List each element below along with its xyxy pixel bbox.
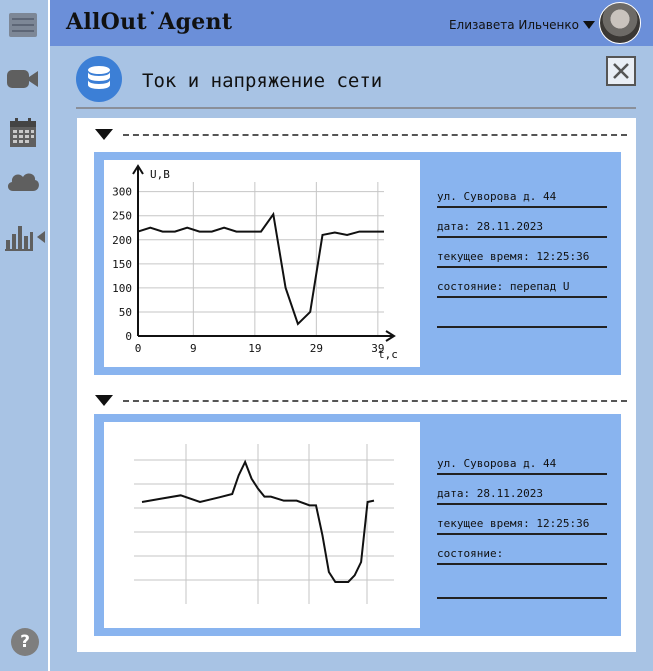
address-line: ул. Суворова д. 44 (437, 190, 607, 208)
close-icon (613, 63, 629, 79)
y-tick-label: 300 (112, 186, 132, 199)
section-divider (123, 399, 627, 402)
chart-1-box: 0 50 100 150 200 250 300 0 9 19 29 39 U,B t,c (104, 160, 420, 367)
state-line: состояние: (437, 547, 607, 565)
section-2-header[interactable] (95, 395, 627, 406)
top-bar: AllOut˙Agent Елизавета Ильченко (50, 0, 653, 46)
y-tick-label: 150 (112, 258, 132, 271)
page-title: Ток и напряжение сети (142, 70, 383, 92)
x-tick-label: 29 (310, 342, 323, 355)
y-axis-label: U,B (150, 168, 170, 181)
database-icon (76, 56, 122, 102)
collapse-triangle-icon[interactable] (95, 395, 113, 406)
date-line: дата: 28.11.2023 (437, 220, 607, 238)
x-tick-label: 19 (248, 342, 261, 355)
x-tick-label: 9 (190, 342, 197, 355)
calendar-icon[interactable] (6, 116, 40, 150)
cloud-icon[interactable] (6, 164, 40, 198)
header-divider (76, 107, 636, 109)
y-tick-label: 50 (119, 306, 132, 319)
user-name: Елизавета Ильченко (448, 18, 579, 32)
empty-line (437, 581, 607, 599)
date-line: дата: 28.11.2023 (437, 487, 607, 505)
current-chart (134, 444, 394, 604)
time-line: текущее время: 12:25:36 (437, 250, 607, 268)
bar-chart-icon[interactable] (3, 220, 47, 254)
y-tick-label: 250 (112, 210, 132, 223)
series-line (137, 211, 384, 326)
sidebar: ? (0, 0, 50, 671)
section-1-card: 0 50 100 150 200 250 300 0 9 19 29 39 U,B t,c ул. Сув… (94, 152, 621, 375)
voltage-chart: 0501001502002503000 9 19 29 39U,Bt,c (112, 164, 398, 361)
page-header: Ток и напряжение сети (76, 54, 636, 104)
section-1-header[interactable] (95, 129, 627, 140)
avatar[interactable] (599, 2, 641, 44)
chevron-down-icon (583, 21, 595, 29)
help-label: ? (20, 632, 30, 652)
x-axis-label: t,c (378, 348, 398, 361)
help-button[interactable]: ? (11, 628, 39, 656)
y-tick-label: 200 (112, 234, 132, 247)
empty-line (437, 310, 607, 328)
section-2-card: ул. Суворова д. 44 дата: 28.11.2023 теку… (94, 414, 621, 636)
video-camera-icon[interactable] (6, 62, 40, 96)
menu-icon[interactable] (6, 8, 40, 42)
y-tick-label: 100 (112, 282, 132, 295)
app-logo: AllOut˙Agent (66, 9, 233, 35)
main-panel: 0 50 100 150 200 250 300 0 9 19 29 39 U,B t,c ул. Сув… (77, 118, 636, 652)
address-line: ул. Суворова д. 44 (437, 457, 607, 475)
y-tick-label: 0 (125, 330, 132, 343)
collapse-triangle-icon[interactable] (95, 129, 113, 140)
section-divider (123, 133, 627, 136)
time-line: текущее время: 12:25:36 (437, 517, 607, 535)
chart-2-box (104, 422, 420, 628)
state-line: состояние: перепад U (437, 280, 607, 298)
user-menu[interactable]: Елизавета Ильченко (449, 18, 595, 32)
x-tick-label: 0 (135, 342, 142, 355)
close-button[interactable] (606, 56, 636, 86)
